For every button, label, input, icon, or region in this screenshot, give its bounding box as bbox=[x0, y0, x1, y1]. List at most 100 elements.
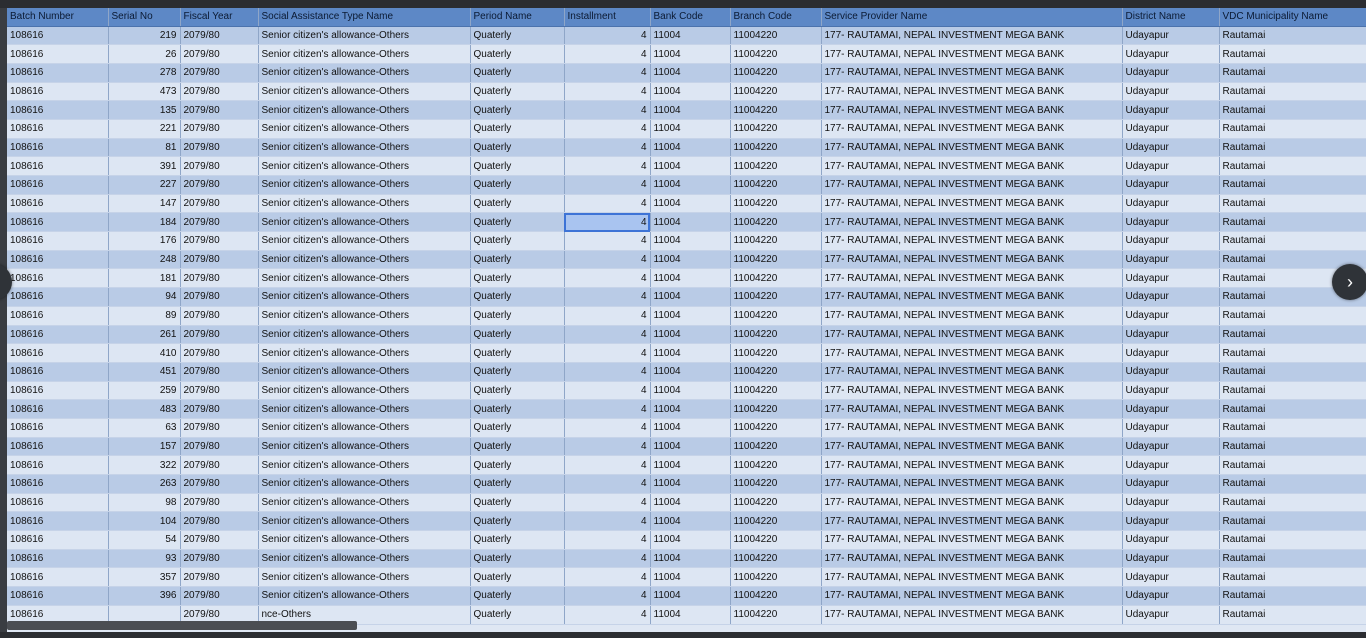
table-cell[interactable]: 248 bbox=[108, 250, 181, 270]
table-cell[interactable]: Udayapur bbox=[1122, 156, 1220, 176]
table-cell[interactable]: 4 bbox=[564, 306, 651, 326]
table-cell[interactable]: Senior citizen's allowance-Others bbox=[258, 586, 471, 606]
table-cell[interactable]: 108616 bbox=[7, 82, 109, 102]
table-cell[interactable]: Udayapur bbox=[1122, 362, 1220, 382]
table-cell[interactable]: 278 bbox=[108, 63, 181, 83]
table-cell[interactable]: 11004 bbox=[650, 26, 731, 46]
table-cell[interactable]: 4 bbox=[564, 474, 651, 494]
table-cell[interactable]: Udayapur bbox=[1122, 418, 1220, 438]
table-cell[interactable]: 177- RAUTAMAI, NEPAL INVESTMENT MEGA BAN… bbox=[821, 82, 1123, 102]
table-cell[interactable]: 4 bbox=[564, 231, 651, 251]
table-cell[interactable]: 2079/80 bbox=[180, 119, 259, 139]
table-cell[interactable]: 177- RAUTAMAI, NEPAL INVESTMENT MEGA BAN… bbox=[821, 586, 1123, 606]
table-cell[interactable]: 108616 bbox=[7, 474, 109, 494]
table-cell[interactable]: 4 bbox=[564, 437, 651, 457]
table-cell[interactable]: 108616 bbox=[7, 268, 109, 289]
table-cell[interactable]: Quaterly bbox=[470, 44, 565, 64]
table-cell[interactable]: 11004 bbox=[650, 437, 731, 457]
table-cell[interactable]: Rautamai bbox=[1219, 194, 1366, 214]
table-cell[interactable]: 11004 bbox=[650, 418, 731, 438]
table-cell[interactable]: 177- RAUTAMAI, NEPAL INVESTMENT MEGA BAN… bbox=[821, 343, 1123, 363]
table-cell[interactable]: 108616 bbox=[7, 325, 109, 345]
table-cell[interactable]: 11004 bbox=[650, 567, 731, 588]
table-cell[interactable]: Senior citizen's allowance-Others bbox=[258, 455, 471, 475]
table-cell[interactable]: 177- RAUTAMAI, NEPAL INVESTMENT MEGA BAN… bbox=[821, 362, 1123, 382]
table-cell[interactable]: 4 bbox=[564, 175, 651, 195]
table-cell[interactable]: Rautamai bbox=[1219, 212, 1366, 233]
table-cell[interactable]: 94 bbox=[108, 287, 181, 307]
table-cell[interactable]: 108616 bbox=[7, 231, 109, 251]
column-header[interactable]: Serial No bbox=[108, 8, 181, 27]
table-cell[interactable]: Senior citizen's allowance-Others bbox=[258, 156, 471, 176]
table-cell[interactable]: Rautamai bbox=[1219, 530, 1366, 550]
table-cell[interactable]: 11004220 bbox=[730, 530, 822, 550]
table-cell[interactable]: 322 bbox=[108, 455, 181, 475]
table-cell[interactable]: 108616 bbox=[7, 63, 109, 83]
table-cell[interactable]: 4 bbox=[564, 119, 651, 139]
table-cell[interactable]: 177- RAUTAMAI, NEPAL INVESTMENT MEGA BAN… bbox=[821, 325, 1123, 345]
table-cell[interactable]: 177- RAUTAMAI, NEPAL INVESTMENT MEGA BAN… bbox=[821, 250, 1123, 270]
table-cell[interactable]: Rautamai bbox=[1219, 100, 1366, 120]
table-cell[interactable]: 4 bbox=[564, 26, 651, 46]
table-cell[interactable]: Udayapur bbox=[1122, 530, 1220, 550]
table-cell[interactable]: Quaterly bbox=[470, 212, 565, 233]
table-cell[interactable]: Udayapur bbox=[1122, 100, 1220, 120]
table-cell[interactable]: 89 bbox=[108, 306, 181, 326]
table-cell[interactable]: Quaterly bbox=[470, 362, 565, 382]
table-cell[interactable]: Rautamai bbox=[1219, 418, 1366, 438]
table-cell[interactable]: Senior citizen's allowance-Others bbox=[258, 418, 471, 438]
table-cell[interactable]: 11004220 bbox=[730, 511, 822, 532]
table-cell[interactable]: 2079/80 bbox=[180, 82, 259, 102]
table-cell[interactable]: Udayapur bbox=[1122, 194, 1220, 214]
table-cell[interactable]: Rautamai bbox=[1219, 26, 1366, 46]
table-cell[interactable]: Quaterly bbox=[470, 156, 565, 176]
table-cell[interactable]: 11004220 bbox=[730, 26, 822, 46]
table-cell[interactable]: Senior citizen's allowance-Others bbox=[258, 306, 471, 326]
table-cell[interactable]: Udayapur bbox=[1122, 567, 1220, 588]
table-cell[interactable]: 93 bbox=[108, 549, 181, 569]
table-cell[interactable]: 11004220 bbox=[730, 343, 822, 363]
table-cell[interactable]: 2079/80 bbox=[180, 26, 259, 46]
table-cell[interactable]: Rautamai bbox=[1219, 138, 1366, 158]
table-cell[interactable]: 11004 bbox=[650, 381, 731, 401]
column-header[interactable]: Fiscal Year bbox=[180, 8, 259, 27]
table-cell[interactable]: 11004220 bbox=[730, 82, 822, 102]
table-cell[interactable]: Senior citizen's allowance-Others bbox=[258, 511, 471, 532]
table-cell[interactable]: Quaterly bbox=[470, 194, 565, 214]
table-cell[interactable]: 2079/80 bbox=[180, 325, 259, 345]
table-cell[interactable]: 357 bbox=[108, 567, 181, 588]
table-cell[interactable]: 11004 bbox=[650, 212, 731, 233]
table-cell[interactable]: 4 bbox=[564, 399, 651, 419]
table-cell[interactable]: 177- RAUTAMAI, NEPAL INVESTMENT MEGA BAN… bbox=[821, 231, 1123, 251]
table-cell[interactable]: 108616 bbox=[7, 287, 109, 307]
table-cell[interactable]: 4 bbox=[564, 44, 651, 64]
table-cell[interactable]: 177- RAUTAMAI, NEPAL INVESTMENT MEGA BAN… bbox=[821, 455, 1123, 475]
table-cell[interactable]: 4 bbox=[564, 605, 651, 625]
table-cell[interactable]: 2079/80 bbox=[180, 306, 259, 326]
table-cell[interactable]: 259 bbox=[108, 381, 181, 401]
table-cell[interactable]: Rautamai bbox=[1219, 381, 1366, 401]
table-cell[interactable]: 108616 bbox=[7, 493, 109, 513]
table-cell[interactable]: 11004 bbox=[650, 100, 731, 120]
table-cell[interactable]: 63 bbox=[108, 418, 181, 438]
table-cell[interactable]: Quaterly bbox=[470, 605, 565, 625]
table-cell[interactable]: 11004 bbox=[650, 343, 731, 363]
table-cell[interactable]: 451 bbox=[108, 362, 181, 382]
table-cell[interactable]: Rautamai bbox=[1219, 586, 1366, 606]
table-cell[interactable]: 2079/80 bbox=[180, 381, 259, 401]
table-cell[interactable]: 11004220 bbox=[730, 212, 822, 233]
table-cell[interactable]: 2079/80 bbox=[180, 100, 259, 120]
table-cell[interactable]: Udayapur bbox=[1122, 231, 1220, 251]
table-cell[interactable]: Quaterly bbox=[470, 455, 565, 475]
table-cell[interactable]: 11004 bbox=[650, 586, 731, 606]
table-cell[interactable]: 11004220 bbox=[730, 418, 822, 438]
table-cell[interactable]: 2079/80 bbox=[180, 212, 259, 233]
table-cell[interactable]: Senior citizen's allowance-Others bbox=[258, 138, 471, 158]
table-cell[interactable]: 11004220 bbox=[730, 194, 822, 214]
table-cell[interactable]: 11004220 bbox=[730, 381, 822, 401]
table-cell[interactable]: Senior citizen's allowance-Others bbox=[258, 100, 471, 120]
table-cell[interactable]: 11004220 bbox=[730, 63, 822, 83]
table-cell[interactable]: 11004 bbox=[650, 138, 731, 158]
table-cell[interactable]: Udayapur bbox=[1122, 511, 1220, 532]
table-cell[interactable]: 11004 bbox=[650, 287, 731, 307]
